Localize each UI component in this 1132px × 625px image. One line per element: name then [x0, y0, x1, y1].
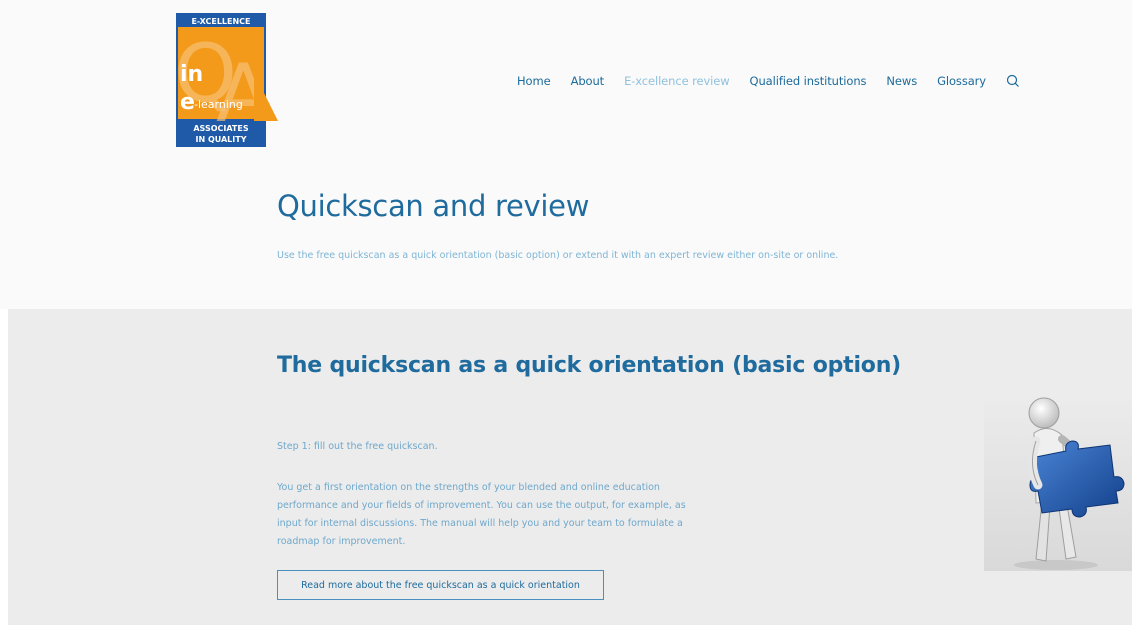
page-subtitle: Use the free quickscan as a quick orient…	[277, 250, 839, 261]
logo-in-text: in	[180, 62, 203, 87]
site-logo[interactable]: Q A E-XCELLENCE in e -learning ASSOCIATE…	[176, 13, 278, 147]
logo-e-text: e	[180, 90, 195, 115]
page-title: Quickscan and review	[277, 189, 590, 223]
section-title: The quickscan as a quick orientation (ba…	[277, 353, 902, 378]
nav-item-glossary[interactable]: Glossary	[937, 74, 986, 88]
nav-item-home[interactable]: Home	[517, 74, 551, 88]
header-area	[0, 0, 1132, 309]
logo-top-text: E-XCELLENCE	[191, 17, 250, 26]
logo-bottom-line1: ASSOCIATES	[193, 124, 248, 133]
figure-holding-puzzle-piece-image	[984, 393, 1132, 571]
nav-item-about[interactable]: About	[571, 74, 605, 88]
logo-learning-text: -learning	[194, 98, 243, 111]
step-text: Step 1: fill out the free quickscan.	[277, 441, 438, 452]
logo-bottom-line2: IN QUALITY	[195, 135, 246, 144]
main-nav: Home About E-xcellence review Qualified …	[517, 72, 1020, 90]
nav-item-e-xcellence-review[interactable]: E-xcellence review	[624, 74, 730, 88]
nav-item-qualified-institutions[interactable]: Qualified institutions	[750, 74, 867, 88]
nav-item-news[interactable]: News	[886, 74, 917, 88]
search-icon[interactable]	[1006, 74, 1020, 88]
section-body-text: You get a first orientation on the stren…	[277, 482, 686, 547]
read-more-button[interactable]: Read more about the free quickscan as a …	[277, 570, 604, 600]
